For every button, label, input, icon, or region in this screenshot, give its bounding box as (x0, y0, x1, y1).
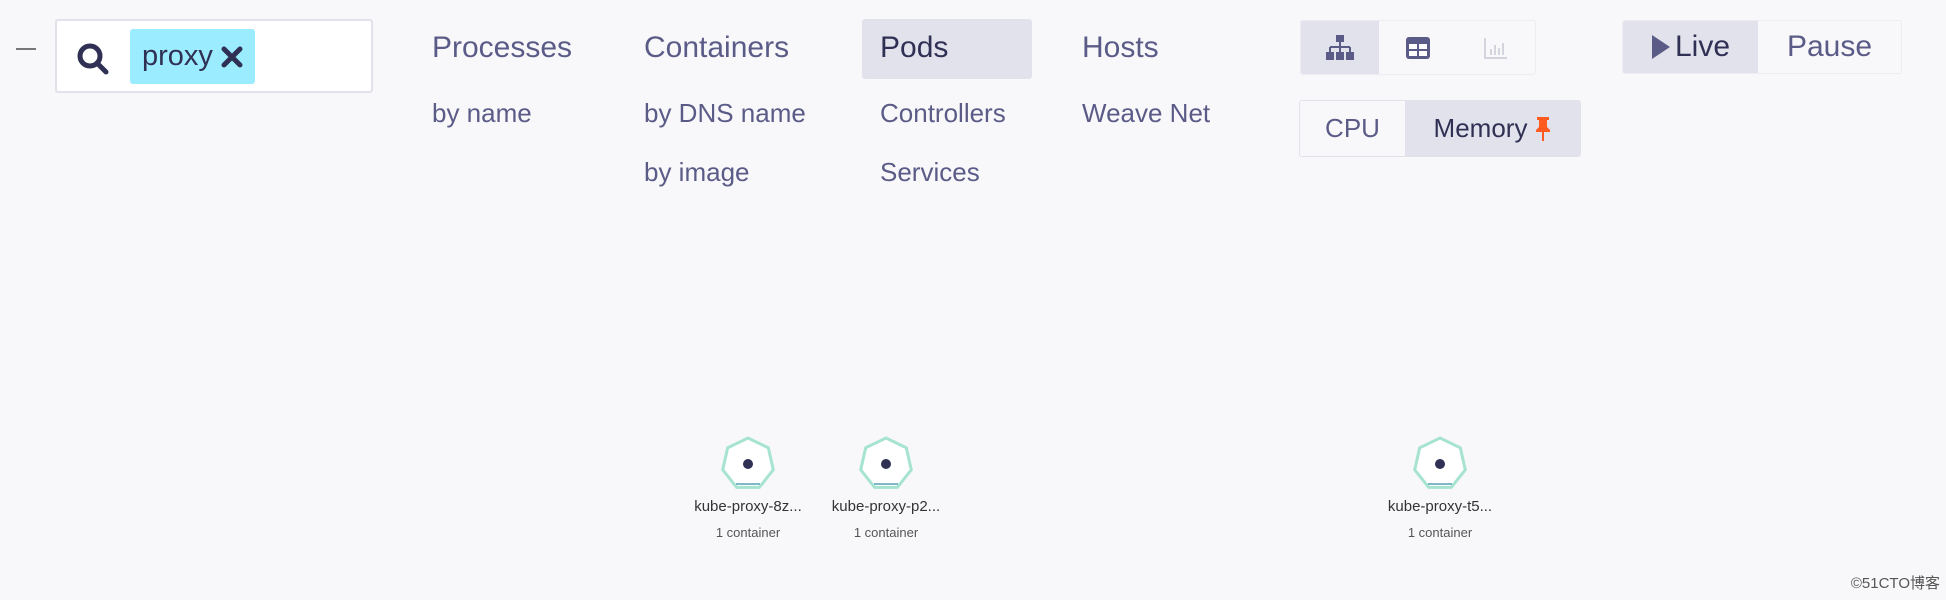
search-icon (77, 43, 109, 75)
memory-button[interactable]: Memory (1405, 101, 1580, 156)
pod-node[interactable]: kube-proxy-t5... 1 container (1350, 434, 1530, 540)
view-mode-group (1300, 20, 1536, 75)
nav-pods[interactable]: Pods (880, 31, 948, 65)
nav-hosts[interactable]: Hosts (1082, 31, 1159, 65)
metric-selector: CPU Memory (1299, 100, 1581, 157)
node-sublabel: 1 container (853, 525, 919, 540)
pod-shape-icon (859, 436, 913, 489)
topology-view-button[interactable] (1301, 21, 1379, 74)
nav-processes-by-name[interactable]: by name (432, 98, 532, 129)
logo-mark (16, 48, 36, 50)
pod-shape-icon (721, 436, 775, 489)
nav-containers-by-dns[interactable]: by DNS name (644, 98, 806, 129)
resources-view-button[interactable] (1457, 21, 1535, 74)
node-sublabel: 1 container (1407, 525, 1473, 540)
resources-icon (1484, 37, 1507, 59)
close-icon[interactable] (221, 46, 243, 68)
memory-label: Memory (1433, 113, 1528, 143)
watermark: ©51CTO博客 (1850, 575, 1940, 592)
cpu-label: CPU (1325, 113, 1380, 143)
search-box[interactable]: proxy (55, 19, 373, 93)
node-label: kube-proxy-t5... (1387, 498, 1493, 515)
search-tag-label: proxy (142, 40, 213, 72)
nav-processes[interactable]: Processes (432, 31, 572, 65)
nav-pods-services[interactable]: Services (880, 157, 980, 188)
live-label: Live (1674, 30, 1731, 63)
pod-node[interactable]: kube-proxy-p2... 1 container (796, 434, 976, 540)
search-tag: proxy (130, 29, 255, 84)
cpu-button[interactable]: CPU (1300, 101, 1405, 156)
pin-icon (1536, 116, 1551, 141)
play-icon (1651, 35, 1670, 59)
playback-group: Live Pause (1622, 20, 1902, 74)
pause-label: Pause (1786, 30, 1873, 63)
nav-hosts-weave-net[interactable]: Weave Net (1082, 98, 1210, 129)
pause-button[interactable]: Pause (1758, 21, 1901, 73)
topology-icon (1326, 34, 1354, 60)
nav-containers-by-image[interactable]: by image (644, 157, 750, 188)
table-view-button[interactable] (1379, 21, 1457, 74)
nav-pods-controllers[interactable]: Controllers (880, 98, 1006, 129)
node-label: kube-proxy-p2... (831, 498, 941, 515)
nav-containers[interactable]: Containers (644, 31, 789, 65)
pod-shape-icon (1413, 436, 1467, 489)
table-icon (1406, 36, 1430, 59)
live-button[interactable]: Live (1623, 21, 1758, 73)
